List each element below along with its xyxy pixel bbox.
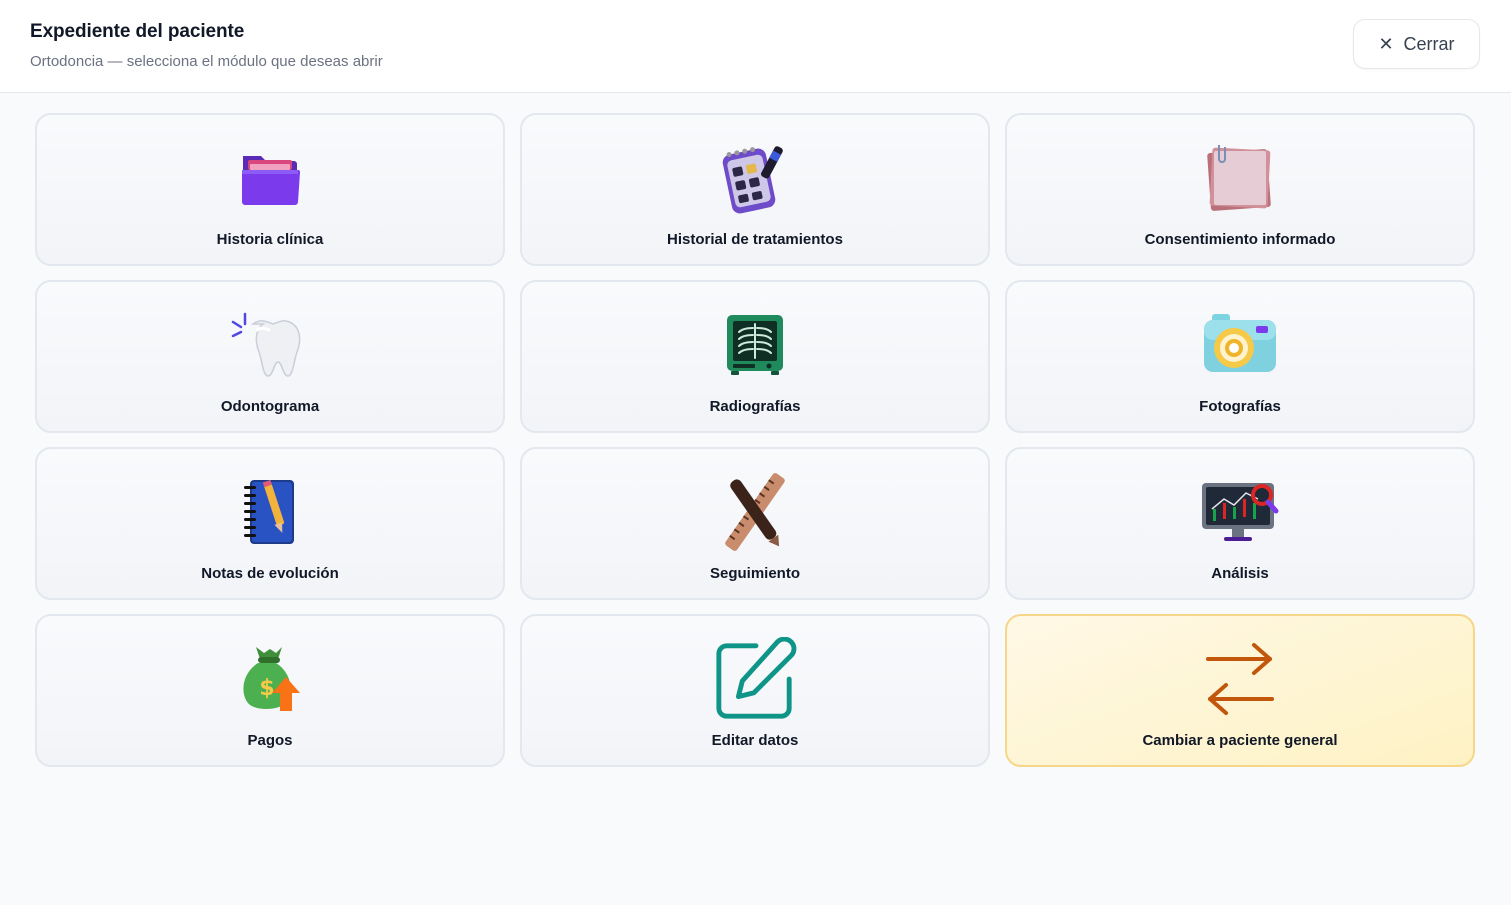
checklist-notepad-icon <box>713 139 797 217</box>
module-card-seguimiento[interactable]: Seguimiento <box>520 447 990 600</box>
camera-icon <box>1198 306 1282 384</box>
module-label: Historial de tratamientos <box>667 231 843 248</box>
module-label: Análisis <box>1211 565 1269 582</box>
module-label: Odontograma <box>220 398 320 415</box>
module-card-odontograma[interactable]: Odontograma <box>35 280 505 433</box>
close-button[interactable]: ✕ Cerrar <box>1353 19 1480 69</box>
xray-icon <box>713 306 797 384</box>
folder-icon <box>228 139 312 217</box>
module-label: Pagos <box>247 732 293 749</box>
svg-text:$: $ <box>259 676 274 701</box>
module-card-pagos[interactable]: $ Pagos <box>35 614 505 767</box>
module-card-notas-evolucion[interactable]: Notas de evolución <box>35 447 505 600</box>
module-label: Notas de evolución <box>201 565 339 582</box>
module-card-cambiar-paciente[interactable]: Cambiar a paciente general <box>1005 614 1475 767</box>
module-card-radiografias[interactable]: Radiografías <box>520 280 990 433</box>
module-card-historial-tratamientos[interactable]: Historial de tratamientos <box>520 113 990 266</box>
ruler-pen-icon <box>713 473 797 551</box>
notebook-pencil-icon <box>228 473 312 551</box>
close-button-label: Cerrar <box>1403 33 1455 54</box>
module-label: Consentimiento informado <box>1144 231 1336 248</box>
module-card-editar-datos[interactable]: Editar datos <box>520 614 990 767</box>
modal-header: Expediente del paciente Ortodoncia — sel… <box>0 0 1511 93</box>
page-title: Expediente del paciente <box>30 21 245 42</box>
module-card-analisis[interactable]: Análisis <box>1005 447 1475 600</box>
monitor-chart-icon <box>1198 473 1282 551</box>
swap-arrows-icon <box>1198 640 1282 718</box>
module-label: Seguimiento <box>709 565 800 582</box>
module-card-consentimiento[interactable]: Consentimiento informado <box>1005 113 1475 266</box>
module-label: Radiografías <box>709 398 801 415</box>
module-card-historia-clinica[interactable]: Historia clínica <box>35 113 505 266</box>
tooth-icon <box>228 306 312 384</box>
module-grid: Historia clínica Historial de tratamient… <box>35 113 1475 767</box>
money-bag-icon: $ <box>228 640 312 718</box>
module-label: Editar datos <box>711 732 799 749</box>
module-card-fotografias[interactable]: Fotografías <box>1005 280 1475 433</box>
module-label: Cambiar a paciente general <box>1142 732 1338 749</box>
edit-icon <box>713 637 797 719</box>
page-subtitle: Ortodoncia — selecciona el módulo que de… <box>30 53 383 70</box>
sticky-notes-icon <box>1198 139 1282 217</box>
module-label: Historia clínica <box>216 231 324 248</box>
close-icon: ✕ <box>1378 34 1394 54</box>
module-label: Fotografías <box>1199 398 1281 415</box>
